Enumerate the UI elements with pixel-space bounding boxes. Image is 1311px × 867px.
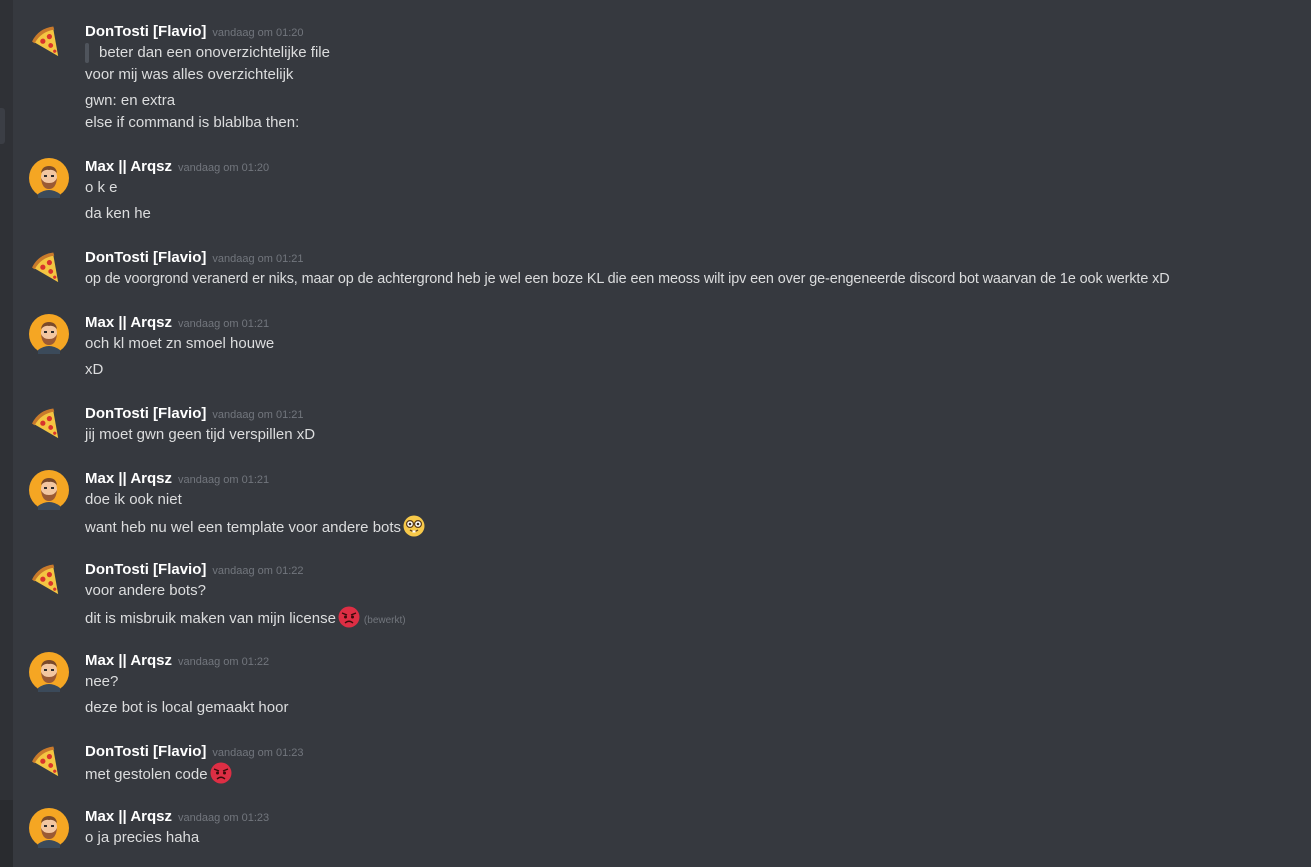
timestamp: vandaag om 01:23 <box>178 812 270 824</box>
message-header: DonTosti [Flavio] vandaag om 01:23 <box>85 741 304 761</box>
message-header: Max || Arqsz vandaag om 01:21 <box>85 312 269 332</box>
pizza-avatar-icon[interactable] <box>29 561 69 601</box>
message-text: met gestolen code <box>85 762 232 784</box>
timestamp: vandaag om 01:23 <box>212 747 304 759</box>
angry-face-emoji-icon[interactable] <box>338 606 360 628</box>
blockquote-bar <box>85 43 89 63</box>
bearded-man-avatar-icon[interactable] <box>29 158 69 198</box>
message-text: dit is misbruik maken van mijn license (… <box>85 606 406 628</box>
message-header: DonTosti [Flavio] vandaag om 01:22 <box>85 559 304 579</box>
message-text: op de voorgrond veranerd er niks, maar o… <box>85 271 1170 287</box>
username[interactable]: DonTosti [Flavio] <box>85 405 206 422</box>
message-header: Max || Arqsz vandaag om 01:23 <box>85 806 269 826</box>
bearded-man-avatar-icon[interactable] <box>29 314 69 354</box>
message-text: gwn: en extra <box>85 92 176 109</box>
message-text: voor mij was alles overzichtelijk <box>85 66 294 83</box>
username[interactable]: DonTosti [Flavio] <box>85 743 206 760</box>
message-header: Max || Arqsz vandaag om 01:20 <box>85 156 269 176</box>
timestamp: vandaag om 01:21 <box>212 253 304 265</box>
message-text-content: met gestolen code <box>85 766 208 783</box>
timestamp: vandaag om 01:21 <box>178 474 270 486</box>
edited-label: (bewerkt) <box>363 615 406 626</box>
timestamp: vandaag om 01:21 <box>212 409 304 421</box>
pizza-avatar-icon[interactable] <box>29 405 69 445</box>
username[interactable]: Max || Arqsz <box>85 470 172 487</box>
message-text: o k e <box>85 179 118 196</box>
message-header: DonTosti [Flavio] vandaag om 01:20 <box>85 21 304 41</box>
message-text: xD <box>85 361 104 378</box>
message-text: da ken he <box>85 205 151 222</box>
timestamp: vandaag om 01:20 <box>178 162 270 174</box>
pizza-avatar-icon[interactable] <box>29 249 69 289</box>
message-text-content: want heb nu wel een template voor andere… <box>85 519 402 536</box>
blockquote: beter dan een onoverzichtelijke file <box>85 42 330 64</box>
message-header: DonTosti [Flavio] vandaag om 01:21 <box>85 403 304 423</box>
message-text-content: dit is misbruik maken van mijn license <box>85 610 336 627</box>
username[interactable]: DonTosti [Flavio] <box>85 249 206 266</box>
message-header: DonTosti [Flavio] vandaag om 01:21 <box>85 247 304 267</box>
bearded-man-avatar-icon[interactable] <box>29 470 69 510</box>
username[interactable]: Max || Arqsz <box>85 808 172 825</box>
message-text: o ja precies haha <box>85 829 200 846</box>
pizza-avatar-icon[interactable] <box>29 23 69 63</box>
message-text: want heb nu wel een template voor andere… <box>85 515 425 537</box>
username[interactable]: Max || Arqsz <box>85 314 172 331</box>
timestamp: vandaag om 01:22 <box>178 656 270 668</box>
bearded-man-avatar-icon[interactable] <box>29 652 69 692</box>
message-text: doe ik ook niet <box>85 491 182 508</box>
message-text: else if command is blablba then: <box>85 114 300 131</box>
angry-face-emoji-icon[interactable] <box>210 762 232 784</box>
sidebar-scroll-indicator <box>0 108 5 144</box>
timestamp: vandaag om 01:22 <box>212 565 304 577</box>
pizza-avatar-icon[interactable] <box>29 743 69 783</box>
username[interactable]: Max || Arqsz <box>85 158 172 175</box>
message-text: nee? <box>85 673 119 690</box>
username[interactable]: Max || Arqsz <box>85 652 172 669</box>
username[interactable]: DonTosti [Flavio] <box>85 561 206 578</box>
blockquote-text: beter dan een onoverzichtelijke file <box>99 44 330 61</box>
timestamp: vandaag om 01:20 <box>212 27 304 39</box>
nerd-face-emoji-icon[interactable] <box>403 515 425 537</box>
server-sidebar-edge <box>0 0 13 867</box>
message-header: Max || Arqsz vandaag om 01:22 <box>85 650 269 670</box>
message-text: och kl moet zn smoel houwe <box>85 335 275 352</box>
sidebar-bottom-panel <box>0 800 13 867</box>
message-header: Max || Arqsz vandaag om 01:21 <box>85 468 269 488</box>
message-text: jij moet gwn geen tijd verspillen xD <box>85 426 316 443</box>
message-text: deze bot is local gemaakt hoor <box>85 699 289 716</box>
timestamp: vandaag om 01:21 <box>178 318 270 330</box>
username[interactable]: DonTosti [Flavio] <box>85 23 206 40</box>
bearded-man-avatar-icon[interactable] <box>29 808 69 848</box>
message-text: voor andere bots? <box>85 582 206 599</box>
